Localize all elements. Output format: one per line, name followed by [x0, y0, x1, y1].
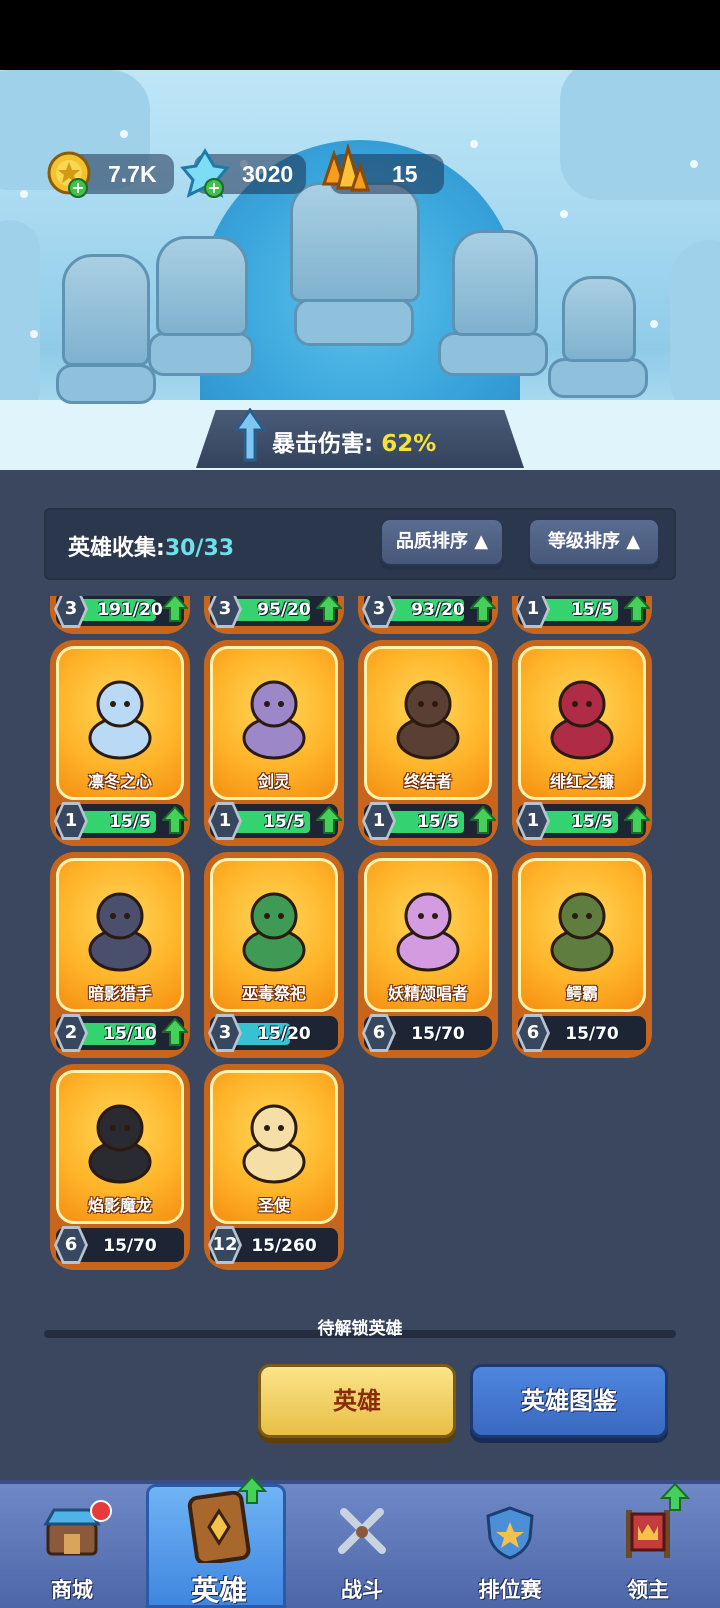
card-progress-text: 15/10: [103, 1024, 157, 1044]
upgrade-arrow-icon: [237, 1475, 267, 1504]
hero-card[interactable]: 巫毒祭祀 3 15/20: [204, 852, 344, 1058]
card-progress-text: 15/5: [417, 812, 459, 832]
hero-card[interactable]: 终结者 1 15/5: [358, 640, 498, 846]
hero-portrait: [536, 666, 628, 762]
amber-value: 15: [392, 161, 418, 187]
card-progress-text: 15/70: [565, 1024, 619, 1044]
hero-name: 暗影猎手: [87, 984, 152, 1003]
card-progress-text: 93/20: [411, 600, 465, 620]
hero-name: 巫毒祭祀: [241, 984, 306, 1003]
hero-card[interactable]: 妖精颂唱者 6 15/70: [358, 852, 498, 1058]
sort-level-button[interactable]: 等级排序 ▲: [528, 518, 660, 566]
sort-quality-button[interactable]: 品质排序 ▲: [380, 518, 504, 566]
hero-tab-button[interactable]: 英雄: [258, 1364, 456, 1438]
hero-portrait: [228, 1090, 320, 1186]
hero-portrait: [228, 666, 320, 762]
hero-name: 绯红之镰: [549, 772, 614, 791]
nav-shop[interactable]: 商城: [2, 1496, 142, 1608]
hero-card[interactable]: 1 15/5: [512, 596, 652, 634]
upgrade-arrow-icon: [162, 1018, 188, 1046]
upgrade-arrow-icon: [624, 806, 650, 834]
hero-name: 焰影魔龙: [87, 1196, 152, 1215]
hero-card[interactable]: 凛冬之心 1 15/5: [50, 640, 190, 846]
notification-dot: [90, 1500, 112, 1522]
hero-portrait: [74, 878, 166, 974]
crit-damage-stat: 暴击伤害: 62%: [272, 431, 437, 457]
hero-name: 妖精颂唱者: [387, 984, 468, 1003]
hero-codex-button[interactable]: 英雄图鉴: [470, 1364, 668, 1438]
card-progress-text: 95/20: [257, 600, 311, 620]
card-progress-text: 15/70: [103, 1236, 157, 1256]
add-gold-icon[interactable]: +: [68, 178, 88, 198]
hero-name: 凛冬之心: [87, 772, 152, 791]
status-bar: [0, 0, 720, 70]
nav-lord-label: 领主: [627, 1578, 669, 1602]
hero-portrait: [74, 666, 166, 762]
hero-portrait: [382, 878, 474, 974]
hero-portrait: [228, 878, 320, 974]
upgrade-arrow-icon: [660, 1482, 690, 1511]
hero-name: 鳄霸: [565, 984, 598, 1003]
hero-card[interactable]: 绯红之镰 1 15/5: [512, 640, 652, 846]
hero-card[interactable]: 3 191/20: [50, 596, 190, 634]
upgrade-arrow-icon: [162, 596, 188, 622]
add-crystal-icon[interactable]: +: [204, 178, 224, 198]
lord-banner-icon: [618, 1504, 678, 1560]
hero-card[interactable]: 剑灵 1 15/5: [204, 640, 344, 846]
hero-name: 剑灵: [257, 772, 290, 791]
upgrade-arrow-icon: [624, 596, 650, 622]
card-progress-text: 15/5: [571, 600, 613, 620]
crossed-swords-icon: [332, 1504, 392, 1560]
upgrade-arrow-icon: [470, 596, 496, 622]
nav-battle-label: 战斗: [341, 1578, 383, 1602]
hero-portrait: [536, 878, 628, 974]
card-progress-text: 15/5: [263, 812, 305, 832]
nav-lord[interactable]: 领主: [578, 1482, 718, 1608]
card-progress-text: 15/5: [109, 812, 151, 832]
upgrade-arrow-icon: [316, 806, 342, 834]
up-arrow-icon: [233, 407, 267, 464]
hero-card[interactable]: 鳄霸 6 15/70: [512, 852, 652, 1058]
nav-battle[interactable]: 战斗: [292, 1496, 432, 1608]
collection-label: 英雄收集:30/33: [68, 536, 235, 561]
hero-portrait: [74, 1090, 166, 1186]
hero-card[interactable]: 3 93/20: [358, 596, 498, 634]
nav-hero[interactable]: 英雄: [146, 1475, 286, 1608]
nav-ranked[interactable]: 排位赛: [440, 1496, 580, 1608]
upgrade-arrow-icon: [316, 596, 342, 622]
nav-shop-label: 商城: [51, 1578, 93, 1602]
card-progress-text: 191/20: [97, 600, 163, 620]
hero-card[interactable]: 圣使 12 15/260: [204, 1064, 344, 1270]
crystal-value: 3020: [242, 161, 294, 187]
gold-value: 7.7K: [108, 161, 157, 187]
hero-card[interactable]: 暗影猎手 2 15/10: [50, 852, 190, 1058]
hero-name: 终结者: [403, 772, 452, 791]
upgrade-arrow-icon: [162, 806, 188, 834]
nav-hero-label: 英雄: [190, 1574, 247, 1607]
hero-grid[interactable]: 3 191/20 3 95/20 3 93/20 1 15/5 凛冬之心 1 15/5 剑灵 1 15/5…: [44, 596, 676, 1298]
hero-card[interactable]: 3 95/20: [204, 596, 344, 634]
nav-ranked-label: 排位赛: [478, 1578, 542, 1602]
hero-card[interactable]: 焰影魔龙 6 15/70: [50, 1064, 190, 1270]
hero-name: 圣使: [257, 1196, 290, 1215]
hero-portrait: [382, 666, 474, 762]
locked-heroes-label: 待解锁英雄: [317, 1319, 403, 1339]
amber-crystal-icon[interactable]: [316, 144, 370, 200]
card-progress-text: 15/20: [257, 1024, 311, 1044]
card-progress-text: 15/70: [411, 1024, 465, 1044]
card-progress-text: 15/260: [251, 1236, 317, 1256]
card-progress-text: 15/5: [571, 812, 613, 832]
upgrade-arrow-icon: [470, 806, 496, 834]
ranked-shield-icon: [480, 1504, 540, 1560]
